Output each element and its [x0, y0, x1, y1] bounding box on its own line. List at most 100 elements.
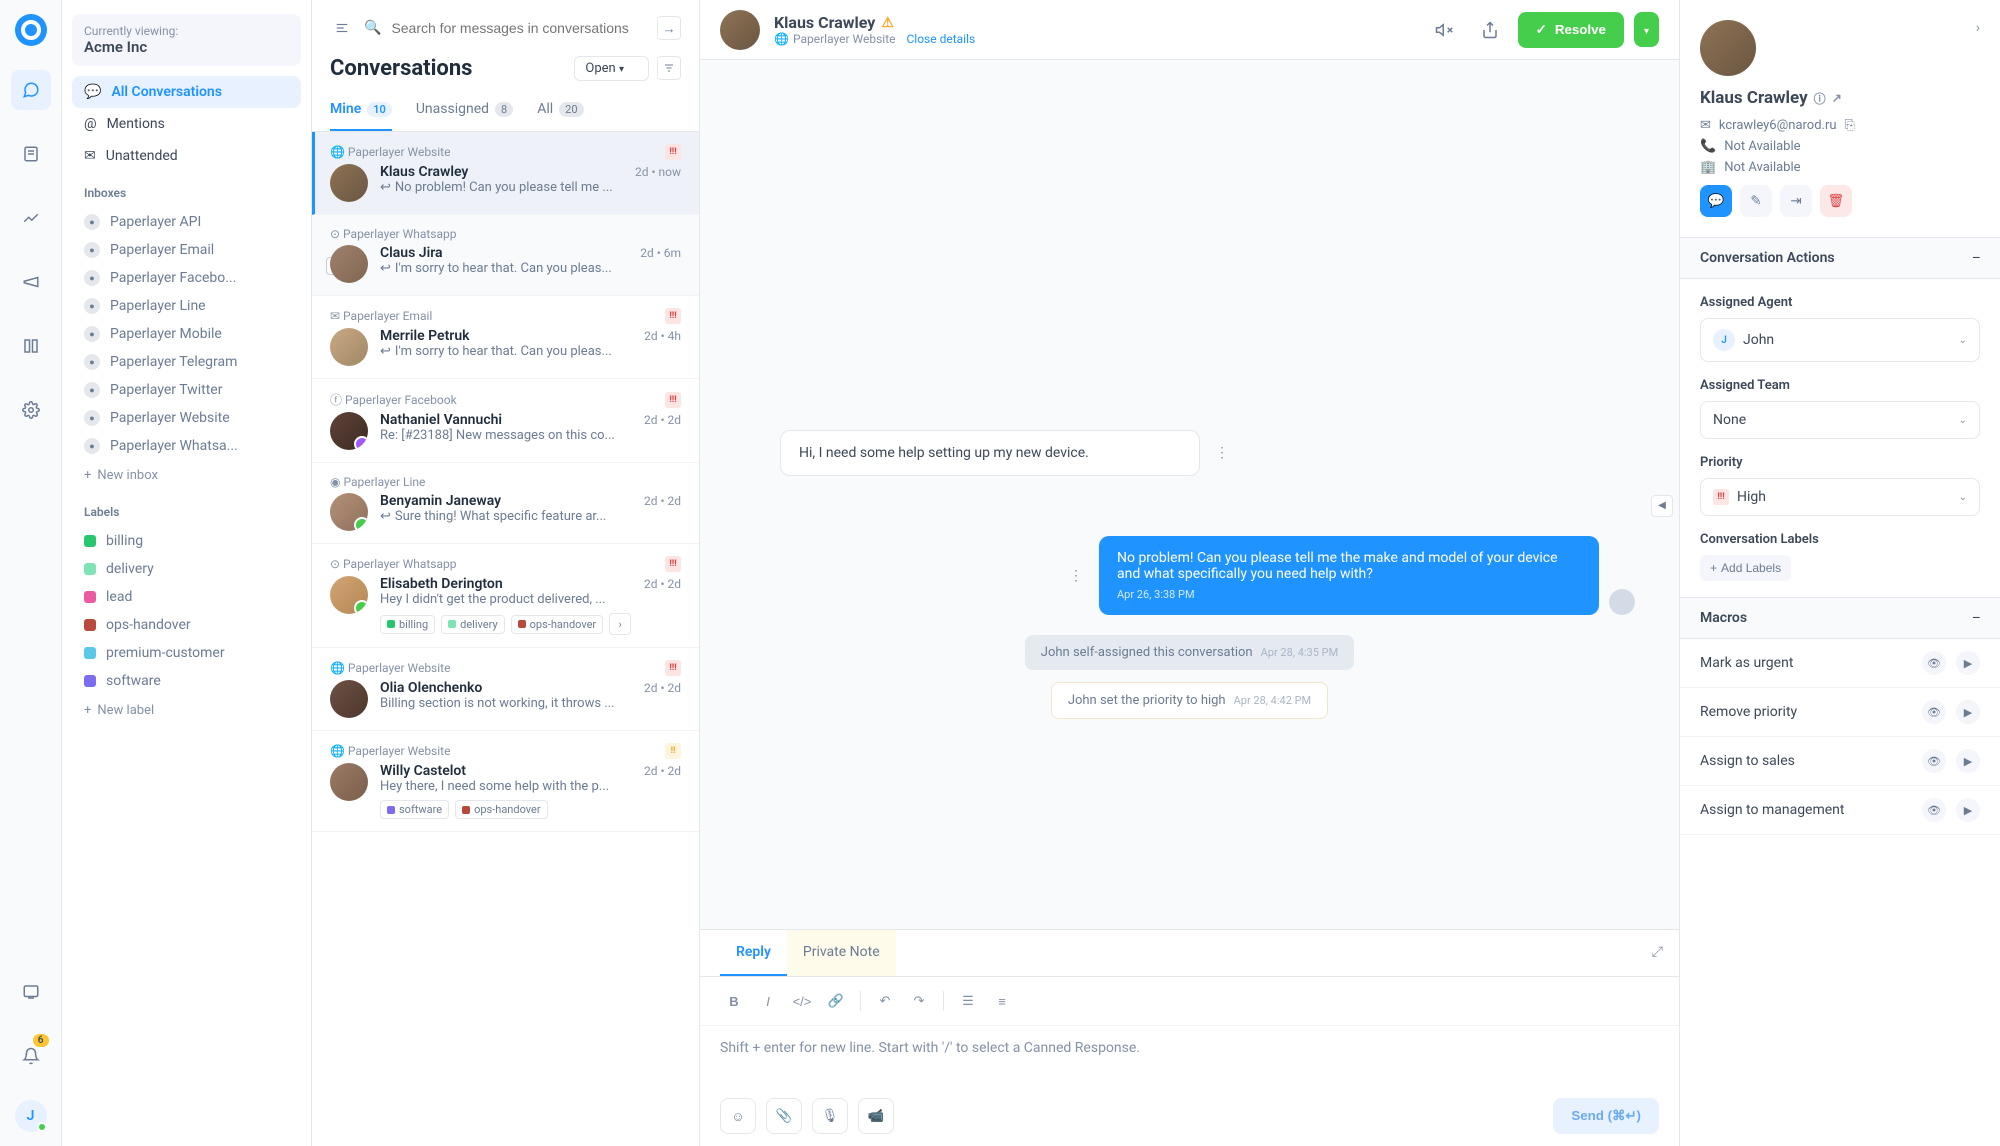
bold-button[interactable]: B — [720, 987, 748, 1015]
resolve-button[interactable]: ✓ Resolve — [1518, 12, 1624, 48]
info-icon[interactable]: ⓘ — [1814, 90, 1826, 107]
ordered-list-button[interactable]: ≡ — [988, 987, 1016, 1015]
filter-button[interactable] — [657, 56, 681, 80]
labels-header: Labels — [72, 491, 301, 527]
priority-select[interactable]: !!!High⌄ — [1700, 478, 1980, 516]
rail-campaigns-icon[interactable] — [11, 262, 51, 302]
inbox-item[interactable]: ●Paperlayer Mobile — [72, 320, 301, 348]
message-menu-icon[interactable]: ⋮ — [1069, 568, 1083, 584]
send-transcript-button[interactable] — [1472, 12, 1508, 48]
new-inbox-link[interactable]: + New inbox — [72, 460, 301, 491]
conversation-labels-label: Conversation Labels — [1700, 532, 1980, 547]
macro-preview-button[interactable]: 👁 — [1922, 700, 1946, 724]
nav-unattended[interactable]: ✉Unattended — [72, 140, 301, 172]
macro-run-button[interactable]: ▶ — [1956, 651, 1980, 675]
label-item[interactable]: delivery — [72, 555, 301, 583]
status-filter-select[interactable]: Open ▾ — [574, 56, 649, 81]
macro-preview-button[interactable]: 👁 — [1922, 749, 1946, 773]
external-link-icon[interactable]: ↗ — [1832, 91, 1842, 105]
conversation-item[interactable]: ✉ Paperlayer Email!!! Merrile Petruk2d •… — [312, 296, 699, 379]
tab-mine[interactable]: Mine10 — [330, 91, 392, 131]
label-item[interactable]: premium-customer — [72, 639, 301, 667]
tab-reply[interactable]: Reply — [720, 930, 787, 976]
tab-all[interactable]: All20 — [537, 91, 583, 131]
inbox-item[interactable]: ●Paperlayer Twitter — [72, 376, 301, 404]
app-logo[interactable] — [15, 14, 47, 46]
inbox-item[interactable]: ●Paperlayer Email — [72, 236, 301, 264]
merge-contact-button[interactable]: ⇥ — [1780, 185, 1812, 217]
assigned-agent-select[interactable]: JJohn⌄ — [1700, 318, 1980, 362]
inbox-item[interactable]: ●Paperlayer Facebo... — [72, 264, 301, 292]
macro-preview-button[interactable]: 👁 — [1922, 651, 1946, 675]
collapse-sidebar-button[interactable] — [330, 16, 354, 40]
rail-notifications-icon[interactable]: 6 — [11, 1036, 51, 1076]
copy-icon[interactable]: ⎘ — [1845, 118, 1855, 133]
link-button[interactable]: 🔗 — [822, 987, 850, 1015]
conversation-item[interactable]: ◉ Paperlayer Line Benyamin Janeway2d • 2… — [312, 463, 699, 544]
italic-button[interactable]: I — [754, 987, 782, 1015]
open-contact-icon[interactable]: › — [1976, 20, 1980, 36]
conv-preview: ↩I'm sorry to hear that. Can you pleas..… — [380, 344, 681, 359]
macro-run-button[interactable]: ▶ — [1956, 798, 1980, 822]
inbox-item[interactable]: ●Paperlayer Telegram — [72, 348, 301, 376]
bullet-list-button[interactable]: ☰ — [954, 987, 982, 1015]
conversation-item[interactable]: ⓕ Paperlayer Facebook!!! Nathaniel Vannu… — [312, 379, 699, 463]
video-button[interactable]: 📹 — [858, 1098, 894, 1134]
rail-library-icon[interactable] — [11, 326, 51, 366]
resolve-dropdown[interactable]: ▾ — [1634, 12, 1659, 47]
conversation-item[interactable]: 🌐 Paperlayer Website!!! Klaus Crawley2d … — [312, 132, 699, 215]
message-menu-icon[interactable]: ⋮ — [1215, 445, 1229, 461]
inbox-item[interactable]: ●Paperlayer Website — [72, 404, 301, 432]
more-labels[interactable]: › — [609, 613, 631, 635]
conversation-actions-header[interactable]: Conversation Actions— — [1680, 237, 2000, 279]
message-input[interactable]: Shift + enter for new line. Start with '… — [700, 1026, 1679, 1086]
assigned-team-select[interactable]: None⌄ — [1700, 401, 1980, 439]
label-item[interactable]: lead — [72, 583, 301, 611]
search-go-button[interactable]: → — [657, 16, 681, 40]
rail-contacts-icon[interactable] — [11, 134, 51, 174]
conversation-item[interactable]: ⊙ Paperlayer Whatsapp!!! Elisabeth Derin… — [312, 544, 699, 648]
close-details-link[interactable]: Close details — [906, 32, 975, 46]
rail-reports-icon[interactable] — [11, 198, 51, 238]
search-input[interactable] — [391, 20, 647, 36]
macro-run-button[interactable]: ▶ — [1956, 700, 1980, 724]
nav-mentions[interactable]: @Mentions — [72, 108, 301, 140]
rail-settings-icon[interactable] — [11, 390, 51, 430]
label-item[interactable]: software — [72, 667, 301, 695]
macro-preview-button[interactable]: 👁 — [1922, 798, 1946, 822]
inbox-item[interactable]: ●Paperlayer API — [72, 208, 301, 236]
edit-contact-button[interactable]: ✎ — [1740, 185, 1772, 217]
current-user-avatar[interactable]: J — [15, 1100, 47, 1132]
new-message-button[interactable]: 💬 — [1700, 185, 1732, 217]
contact-avatar[interactable] — [720, 10, 760, 50]
macro-run-button[interactable]: ▶ — [1956, 749, 1980, 773]
tab-unassigned[interactable]: Unassigned8 — [416, 91, 513, 131]
conversation-item[interactable]: ⊙ Paperlayer Whatsapp Claus Jira2d • 6m … — [312, 215, 699, 296]
emoji-button[interactable]: ☺ — [720, 1098, 756, 1134]
chat-area: ◀ Hi, I need some help setting up my new… — [700, 60, 1679, 929]
attach-file-button[interactable]: 📎 — [766, 1098, 802, 1134]
code-button[interactable]: </> — [788, 987, 816, 1015]
delete-contact-button[interactable]: 🗑 — [1820, 185, 1852, 217]
expand-panel-toggle[interactable]: ◀ — [1651, 495, 1673, 517]
expand-composer-icon[interactable]: ⤢ — [1652, 944, 1663, 960]
send-button[interactable]: Send (⌘↵) — [1553, 1098, 1659, 1134]
conversation-item[interactable]: 🌐 Paperlayer Website!! Willy Castelot2d … — [312, 731, 699, 832]
macros-header[interactable]: Macros— — [1680, 597, 2000, 639]
conversation-item[interactable]: 🌐 Paperlayer Website!!! Olia Olenchenko2… — [312, 648, 699, 731]
mute-button[interactable] — [1426, 12, 1462, 48]
nav-all-conversations[interactable]: 💬All Conversations — [72, 76, 301, 108]
new-label-link[interactable]: + New label — [72, 695, 301, 726]
undo-button[interactable]: ↶ — [871, 987, 899, 1015]
inbox-item[interactable]: ●Paperlayer Line — [72, 292, 301, 320]
inbox-item[interactable]: ●Paperlayer Whatsa... — [72, 432, 301, 460]
label-item[interactable]: ops-handover — [72, 611, 301, 639]
add-labels-button[interactable]: + Add Labels — [1700, 555, 1791, 581]
label-item[interactable]: billing — [72, 527, 301, 555]
workspace-switcher[interactable]: Currently viewing: Acme Inc — [72, 14, 301, 66]
tab-private-note[interactable]: Private Note — [787, 930, 896, 976]
rail-docs-icon[interactable] — [11, 972, 51, 1012]
rail-conversations-icon[interactable] — [11, 70, 51, 110]
redo-button[interactable]: ↷ — [905, 987, 933, 1015]
audio-button[interactable]: 🎙 — [812, 1098, 848, 1134]
